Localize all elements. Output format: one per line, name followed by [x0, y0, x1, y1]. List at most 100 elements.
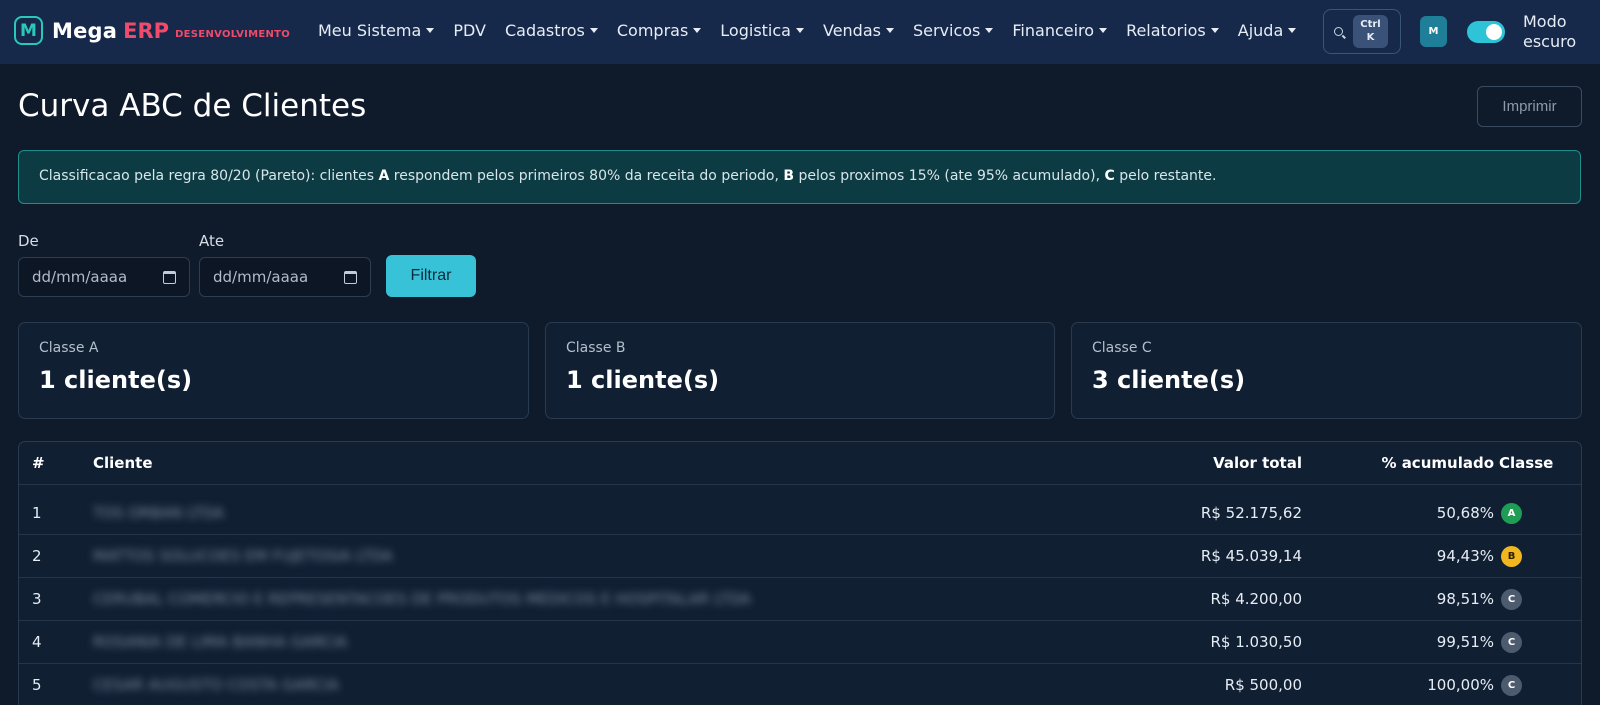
- kbd-k: K: [1366, 32, 1375, 43]
- row-client-name: TOS ORBAN LTDA: [93, 504, 225, 522]
- caret-down-icon: [985, 28, 994, 33]
- card-value: 1 cliente(s): [39, 366, 193, 394]
- abc-clients-table: # Cliente Valor total % acumulado Classe…: [18, 441, 1582, 705]
- menu-logistica[interactable]: Logistica: [720, 21, 804, 40]
- row-number: 5: [32, 676, 42, 694]
- menu-meu-sistema[interactable]: Meu Sistema: [318, 21, 435, 40]
- keyboard-shortcut: Ctrl K: [1353, 15, 1388, 48]
- caret-down-icon: [885, 28, 894, 33]
- menu-cadastros[interactable]: Cadastros: [505, 21, 598, 40]
- command-search-button[interactable]: Ctrl K: [1323, 9, 1401, 54]
- search-icon: [1334, 27, 1343, 36]
- card-value: 1 cliente(s): [566, 366, 720, 394]
- row-cumulative: 99,51%: [1436, 633, 1494, 651]
- menu-financeiro[interactable]: Financeiro: [1012, 21, 1108, 40]
- from-date-input[interactable]: dd/mm/aaaa: [18, 257, 190, 297]
- row-total: R$ 500,00: [1224, 676, 1302, 694]
- caret-down-icon: [1288, 28, 1297, 33]
- row-total: R$ 52.175,62: [1200, 504, 1302, 522]
- caret-down-icon: [589, 28, 598, 33]
- pareto-info-alert: Classificacao pela regra 80/20 (Pareto):…: [18, 150, 1581, 204]
- info-class-b: B: [783, 168, 795, 184]
- menu-label: PDV: [453, 21, 486, 40]
- menu-servicos[interactable]: Servicos: [912, 21, 994, 40]
- menu-label: Servicos: [912, 21, 981, 40]
- brand-accent: ERP: [123, 18, 170, 43]
- row-cumulative: 94,43%: [1436, 547, 1494, 565]
- brand-name: Mega: [52, 18, 118, 43]
- info-class-a: A: [378, 168, 390, 184]
- table-row[interactable]: 2 MATTOS SOLUCOES EM FUJETOSIA LTDA R$ 45.…: [19, 535, 1581, 578]
- card-label: Classe C: [1092, 340, 1152, 356]
- class-badge: A: [1501, 503, 1522, 524]
- row-number: 3: [32, 590, 42, 608]
- dark-mode-toggle[interactable]: [1467, 21, 1505, 43]
- to-date-input[interactable]: dd/mm/aaaa: [199, 257, 371, 297]
- info-text: Classificacao pela regra 80/20 (Pareto):…: [39, 168, 379, 184]
- to-date-placeholder: dd/mm/aaaa: [213, 268, 309, 286]
- menu-ajuda[interactable]: Ajuda: [1238, 21, 1297, 40]
- menu-label: Meu Sistema: [318, 21, 422, 40]
- col-total: Valor total: [1213, 454, 1302, 472]
- from-date-label: De: [18, 232, 39, 250]
- menu-pdv[interactable]: PDV: [453, 21, 486, 40]
- dark-mode-label: Modo escuro: [1523, 12, 1576, 52]
- row-number: 4: [32, 633, 42, 651]
- card-label: Classe B: [566, 340, 626, 356]
- row-cumulative: 100,00%: [1427, 676, 1494, 694]
- class-b-card: Classe B 1 cliente(s): [545, 322, 1055, 419]
- table-row[interactable]: 3 CERUBAL COMERCIO E REPRESENTACOES DE PR…: [19, 578, 1581, 621]
- menu-compras[interactable]: Compras: [616, 21, 702, 40]
- menu-relatorios[interactable]: Relatorios: [1126, 21, 1219, 40]
- caret-down-icon: [693, 28, 702, 33]
- row-client-name: CESAR AUGUSTO COSTA GARCIA: [93, 676, 339, 694]
- row-cumulative: 50,68%: [1436, 504, 1494, 522]
- page-title: Curva ABC de Clientes: [18, 88, 367, 124]
- to-date-label: Ate: [199, 232, 225, 250]
- user-avatar[interactable]: M: [1420, 16, 1447, 47]
- caret-down-icon: [426, 28, 435, 33]
- table-row[interactable]: 5 CESAR AUGUSTO COSTA GARCIA R$ 500,00 100,…: [19, 664, 1581, 705]
- calendar-icon[interactable]: [163, 271, 176, 284]
- menu-label: Compras: [616, 21, 689, 40]
- menu-label: Cadastros: [504, 21, 585, 40]
- col-cumulative: % acumulado: [1381, 454, 1494, 472]
- table-row[interactable]: 1 TOS ORBAN LTDA R$ 52.175,62 50,68% A: [19, 492, 1581, 535]
- class-badge: C: [1501, 675, 1522, 696]
- menu-label: Relatorios: [1126, 21, 1206, 40]
- table-row[interactable]: 4 ROSANIA DE LIMA BANHA GARCIA R$ 1.030,50…: [19, 621, 1581, 664]
- info-text: respondem pelos primeiros 80% da receita…: [389, 168, 784, 184]
- caret-down-icon: [1210, 28, 1219, 33]
- dark-mode-label-line: escuro: [1523, 32, 1577, 51]
- class-a-card: Classe A 1 cliente(s): [18, 322, 529, 419]
- row-total: R$ 4.200,00: [1210, 590, 1302, 608]
- calendar-icon[interactable]: [344, 271, 357, 284]
- col-number: #: [32, 454, 45, 472]
- row-cumulative: 98,51%: [1436, 590, 1494, 608]
- row-client-name: CERUBAL COMERCIO E REPRESENTACOES DE PRO…: [93, 590, 751, 608]
- class-badge: C: [1501, 589, 1522, 610]
- row-number: 2: [32, 547, 42, 565]
- class-badge: C: [1501, 632, 1522, 653]
- toggle-knob: [1486, 24, 1502, 40]
- table-header-row: # Cliente Valor total % acumulado Classe: [19, 442, 1581, 485]
- class-badge: B: [1501, 546, 1522, 567]
- environment-badge: DESENVOLVIMENTO: [175, 28, 291, 40]
- card-label: Classe A: [39, 340, 99, 356]
- print-button[interactable]: Imprimir: [1477, 86, 1582, 127]
- menu-vendas[interactable]: Vendas: [823, 21, 894, 40]
- row-client-name: MATTOS SOLUCOES EM FUJETOSIA LTDA: [93, 547, 393, 565]
- menu-label: Logistica: [720, 21, 791, 40]
- brand[interactable]: M Mega ERP DESENVOLVIMENTO: [14, 16, 290, 45]
- menu-label: Ajuda: [1237, 21, 1284, 40]
- top-navbar: M Mega ERP DESENVOLVIMENTO Meu Sistema P…: [0, 0, 1600, 64]
- dark-mode-label-line: Modo: [1523, 12, 1567, 31]
- row-total: R$ 45.039,14: [1200, 547, 1302, 565]
- info-text: pelos proximos 15% (ate 95% acumulado),: [794, 168, 1105, 184]
- filter-button[interactable]: Filtrar: [386, 255, 476, 297]
- caret-down-icon: [795, 28, 804, 33]
- col-class: Classe: [1499, 454, 1554, 472]
- brand-logo-icon: M: [14, 16, 43, 45]
- class-c-card: Classe C 3 cliente(s): [1071, 322, 1582, 419]
- card-value: 3 cliente(s): [1092, 366, 1246, 394]
